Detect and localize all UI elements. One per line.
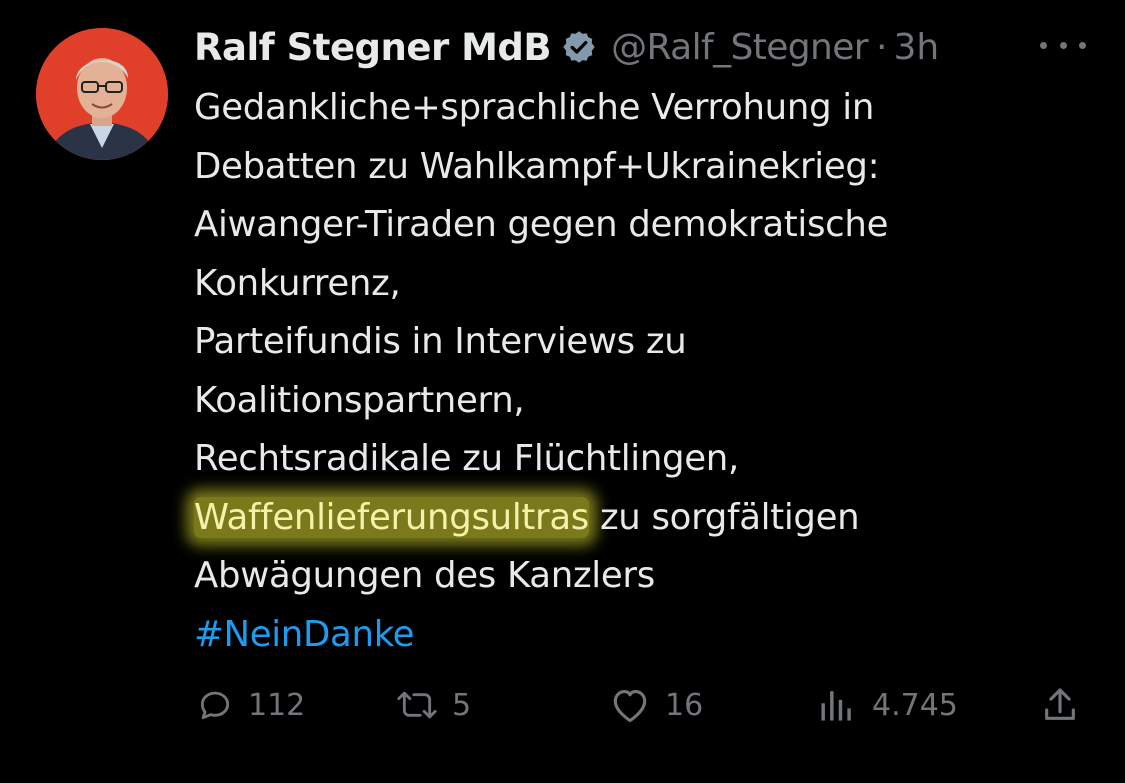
tweet[interactable]: Ralf Stegner MdB @Ralf_Stegner · 3h Geda… [0, 0, 1125, 783]
reply-icon [196, 686, 234, 724]
tweet-line: Abwägungen des Kanzlers [194, 555, 655, 596]
share-icon [1040, 685, 1080, 725]
action-bar: 112 5 16 4.745 [0, 680, 1125, 730]
views-button[interactable]: 4.745 [816, 680, 958, 730]
avatar[interactable] [36, 28, 168, 160]
header-separator: · [876, 26, 888, 68]
hashtag-link[interactable]: #NeinDanke [194, 606, 1094, 665]
author-handle[interactable]: @Ralf_Stegner [611, 27, 869, 68]
retweet-button[interactable]: 5 [396, 680, 471, 730]
highlighted-word: Waffenlieferungsultras [194, 496, 589, 538]
retweet-icon [396, 686, 438, 724]
share-button[interactable] [1040, 680, 1080, 730]
tweet-line: Koalitionspartnern, [194, 379, 525, 421]
timestamp[interactable]: 3h [893, 27, 939, 68]
tweet-line: Parteifundis in Interviews zu [194, 321, 687, 362]
tweet-line: Konkurrenz, [194, 262, 401, 304]
tweet-text: Gedankliche+sprachliche Verrohung in Deb… [194, 79, 1094, 664]
reply-count: 112 [248, 687, 306, 723]
tweet-line: Rechtsradikale zu Flüchtlingen, [194, 438, 739, 479]
tweet-line: Debatten zu Wahlkampf+Ukrainekrieg: [194, 145, 880, 187]
verified-badge-icon [561, 29, 597, 65]
like-count: 16 [665, 687, 704, 723]
reply-button[interactable]: 112 [196, 680, 305, 730]
tweet-line-highlighted: Waffenlieferungsultras zu sorgfältigen [194, 489, 1094, 548]
highlight-line-rest: zu sorgfältigen [588, 496, 860, 538]
like-button[interactable]: 16 [609, 680, 703, 730]
tweet-line: Gedankliche+sprachliche Verrohung in [194, 87, 875, 128]
tweet-line: Aiwanger-Tiraden gegen demokratische [194, 204, 889, 245]
tweet-header: Ralf Stegner MdB @Ralf_Stegner · 3h [194, 22, 939, 72]
views-count: 4.745 [872, 687, 958, 723]
heart-icon [609, 686, 651, 724]
retweet-count: 5 [452, 687, 472, 723]
more-options-icon[interactable] [1040, 30, 1086, 60]
analytics-icon [816, 686, 858, 724]
author-name[interactable]: Ralf Stegner MdB [194, 26, 552, 69]
